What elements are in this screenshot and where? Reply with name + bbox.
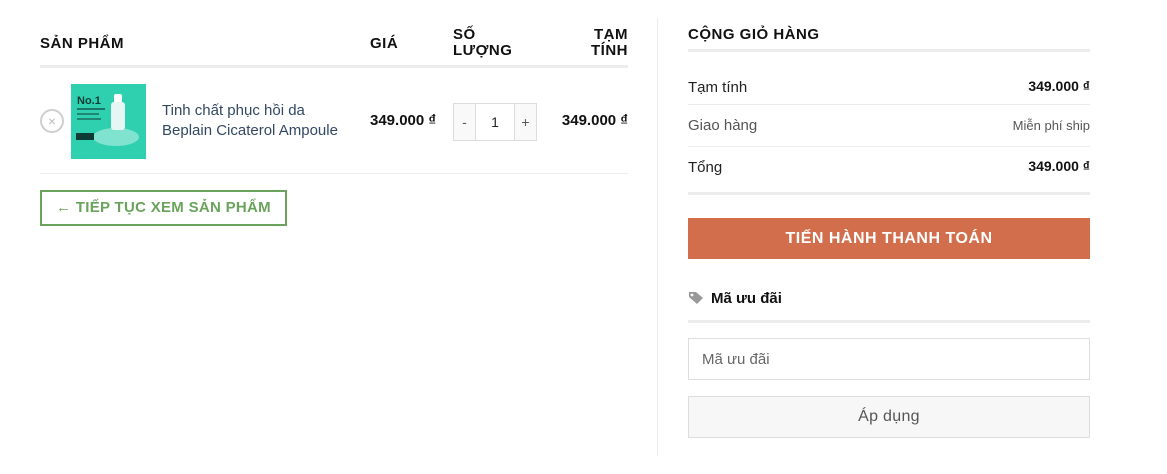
tag-icon — [689, 292, 703, 304]
continue-shopping-button[interactable]: ← TIẾP TỤC XEM SẢN PHẨM — [40, 190, 287, 226]
apply-coupon-button[interactable]: Áp dụng — [688, 396, 1090, 438]
coupon-heading: Mã ưu đãi — [688, 288, 1090, 323]
cart-table: SẢN PHẨM GIÁ SỐ LƯỢNG TẠM TÍNH × No.1 Ti… — [40, 18, 628, 226]
quantity-decrease-button[interactable]: - — [454, 104, 475, 140]
cart-totals-title: CỘNG GIỎ HÀNG — [688, 18, 1090, 52]
totals-subtotal-value: 349.000 ₫ — [1028, 78, 1090, 94]
cart-item-row: × No.1 Tinh chất phục hồi da Beplain Cic… — [40, 68, 628, 174]
product-name-line2: Beplain Cicaterol Ampoule — [162, 122, 338, 139]
column-divider — [657, 18, 658, 456]
quantity-input[interactable]: 1 — [475, 104, 515, 140]
remove-item-icon[interactable]: × — [40, 109, 64, 133]
quantity-stepper: - 1 + — [453, 103, 537, 141]
coupon-input[interactable] — [688, 338, 1090, 380]
header-subtotal-line1: TẠM — [594, 26, 628, 43]
totals-total-row: Tổng 349.000 ₫ — [688, 147, 1090, 195]
product-name-link[interactable]: Tinh chất phục hồi da Beplain Cicaterol … — [162, 101, 352, 141]
totals-subtotal-label: Tạm tính — [688, 79, 748, 96]
thumbnail-text: No.1 — [77, 95, 101, 107]
quantity-increase-button[interactable]: + — [515, 104, 536, 140]
header-product: SẢN PHẨM — [40, 35, 125, 52]
totals-shipping-value: Miễn phí ship — [1012, 118, 1090, 133]
checkout-button[interactable]: TIẾN HÀNH THANH TOÁN — [688, 218, 1090, 259]
totals-total-label: Tổng — [688, 159, 723, 176]
totals-shipping-label: Giao hàng — [688, 117, 758, 134]
header-quantity-line1: SỐ — [453, 26, 476, 43]
totals-subtotal-row: Tạm tính 349.000 ₫ — [688, 52, 1090, 105]
header-price: GIÁ — [370, 35, 399, 52]
coupon-label: Mã ưu đãi — [711, 290, 782, 307]
item-subtotal: 349.000 ₫ — [561, 112, 628, 129]
header-subtotal: TẠM TÍNH — [568, 27, 628, 59]
product-thumbnail[interactable]: No.1 — [71, 84, 146, 159]
header-quantity: SỐ LƯỢNG — [453, 27, 533, 59]
product-name-line1: Tinh chất phục hồi da — [162, 102, 305, 119]
cart-totals: CỘNG GIỎ HÀNG Tạm tính 349.000 ₫ Giao hà… — [688, 18, 1090, 438]
item-price: 349.000 ₫ — [370, 112, 437, 129]
cart-table-header: SẢN PHẨM GIÁ SỐ LƯỢNG TẠM TÍNH — [40, 18, 628, 68]
header-quantity-line2: LƯỢNG — [453, 42, 513, 59]
header-subtotal-line2: TÍNH — [591, 42, 628, 59]
totals-shipping-row: Giao hàng Miễn phí ship — [688, 105, 1090, 147]
totals-total-value: 349.000 ₫ — [1028, 158, 1090, 174]
